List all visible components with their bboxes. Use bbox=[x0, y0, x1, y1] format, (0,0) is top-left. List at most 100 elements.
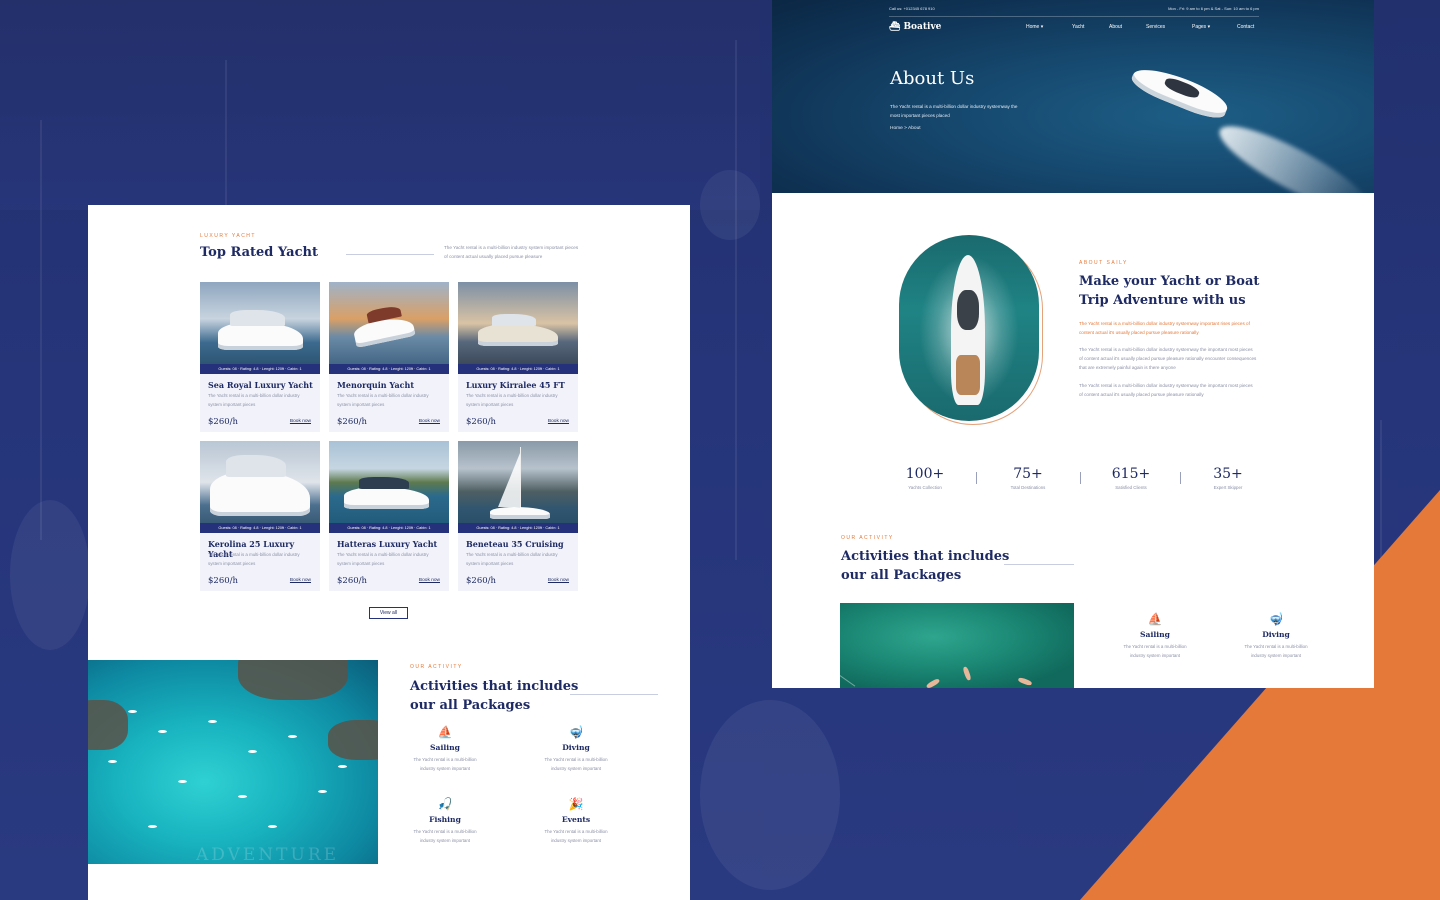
nav-yacht[interactable]: Yacht bbox=[1072, 24, 1084, 30]
book-now-link[interactable]: Book now bbox=[419, 419, 440, 424]
activity-eyebrow: OUR ACTIVITY bbox=[410, 664, 463, 670]
stat-label: Satisfied Clients bbox=[1115, 485, 1147, 490]
stat-divider bbox=[1080, 472, 1081, 484]
activity-diving[interactable]: 🤿 Diving The Yacht rental is a multi-bil… bbox=[526, 725, 626, 773]
nav-services[interactable]: Services bbox=[1146, 24, 1165, 30]
yacht-card-meta: Guests: 08 · Rating: 4.8 · Lenght: 120ft… bbox=[458, 523, 578, 533]
top-rated-eyebrow: LUXURY YACHT bbox=[200, 233, 256, 239]
activity-description: The Yacht rental is a multi-billion indus… bbox=[544, 829, 608, 843]
yacht-card-meta: Guests: 08 · Rating: 4.8 · Lenght: 120ft… bbox=[329, 364, 449, 374]
about-paragraph: The Yacht rental is a multi-billion doll… bbox=[1079, 383, 1253, 397]
hero-subtitle: The Yacht rental is a multi-billion doll… bbox=[890, 104, 1018, 118]
activity-title: Activities that includes our all Package… bbox=[410, 677, 578, 715]
right-page-preview: Call us: +012345 678 910 Mon - Fri: 9 am… bbox=[772, 0, 1374, 688]
yacht-card-image bbox=[458, 441, 578, 533]
activity-eyebrow: OUR ACTIVITY bbox=[841, 535, 894, 541]
yacht-card-price: $260/h bbox=[208, 417, 238, 427]
logo-text: Boative bbox=[903, 22, 942, 32]
yacht-card[interactable]: Guests: 08 · Rating: 4.8 · Lenght: 120ft… bbox=[200, 282, 320, 432]
book-now-link[interactable]: Book now bbox=[290, 578, 311, 583]
diving-icon: 🤿 bbox=[1268, 612, 1284, 626]
stat-label: Total Destinations bbox=[1010, 485, 1046, 490]
activity-sailing[interactable]: ⛵ Sailing The Yacht rental is a multi-bi… bbox=[395, 725, 495, 773]
nav-contact[interactable]: Contact bbox=[1237, 24, 1254, 30]
activity-title-line: Activities that includes bbox=[841, 549, 1010, 564]
nav-about[interactable]: About bbox=[1109, 24, 1122, 30]
yacht-card-title: Luxury Kirralee 45 FT bbox=[466, 380, 565, 390]
activity-sailing[interactable]: ⛵ Sailing The Yacht rental is a multi-bi… bbox=[1105, 612, 1205, 660]
breadcrumb-home-link[interactable]: Home bbox=[890, 126, 903, 131]
yacht-card-image bbox=[200, 441, 320, 533]
yacht-card-price: $260/h bbox=[337, 417, 367, 427]
stat-number: 35+ bbox=[1213, 466, 1243, 482]
activity-label: Diving bbox=[1262, 630, 1290, 639]
events-icon: 🎉 bbox=[568, 797, 584, 811]
activity-title-line: Activities that includes bbox=[410, 679, 579, 694]
background-hull bbox=[10, 500, 90, 650]
yacht-card[interactable]: Guests: 08 · Rating: 4.8 · Lenght: 120ft… bbox=[200, 441, 320, 591]
activity-label: Diving bbox=[562, 743, 590, 752]
about-boat-photo bbox=[899, 235, 1039, 421]
about-title: Make your Yacht or Boat Trip Adventure w… bbox=[1079, 274, 1260, 308]
activity-label: Events bbox=[561, 815, 591, 824]
yacht-card-description: The Yacht rental is a multi-billion doll… bbox=[208, 393, 300, 407]
background-mast bbox=[40, 120, 42, 540]
page-title: About Us bbox=[890, 68, 975, 89]
stat-yachts: 100+ Yachts Collection bbox=[880, 466, 970, 490]
yacht-card[interactable]: Guests: 08 · Rating: 4.8 · Lenght: 120ft… bbox=[329, 441, 449, 591]
title-divider bbox=[1004, 564, 1074, 565]
yacht-card-description: The Yacht rental is a multi-billion doll… bbox=[466, 552, 558, 566]
stat-clients: 615+ Satisfied Clients bbox=[1086, 466, 1176, 490]
view-all-button[interactable]: View all bbox=[369, 607, 408, 619]
book-now-link[interactable]: Book now bbox=[419, 578, 440, 583]
background-hull bbox=[700, 170, 760, 240]
yacht-card-meta: Guests: 08 · Rating: 4.8 · Lenght: 120ft… bbox=[329, 523, 449, 533]
background-mast bbox=[225, 60, 227, 220]
activity-label: Fishing bbox=[429, 815, 461, 824]
hero-banner: Call us: +012345 678 910 Mon - Fri: 9 am… bbox=[772, 0, 1374, 193]
breadcrumb: Home > About bbox=[890, 126, 921, 131]
about-paragraph: The Yacht rental is a multi-billion doll… bbox=[1079, 347, 1257, 370]
yacht-card-price: $260/h bbox=[337, 576, 367, 586]
yacht-card[interactable]: Guests: 08 · Rating: 4.8 · Lenght: 120ft… bbox=[458, 282, 578, 432]
activity-title: Activities that includes our all Package… bbox=[841, 547, 1021, 585]
yacht-card-price: $260/h bbox=[466, 576, 496, 586]
book-now-link[interactable]: Book now bbox=[548, 578, 569, 583]
nav-pages[interactable]: Pages ▾ bbox=[1192, 24, 1210, 30]
chevron-down-icon: ▾ bbox=[1040, 24, 1044, 30]
activity-events[interactable]: 🎉 Events The Yacht rental is a multi-bil… bbox=[526, 797, 626, 845]
yacht-card-image bbox=[458, 282, 578, 374]
yacht-card[interactable]: Guests: 08 · Rating: 4.8 · Lenght: 120ft… bbox=[458, 441, 578, 591]
yacht-card-image bbox=[329, 282, 449, 374]
yacht-card-title: Hatteras Luxury Yacht bbox=[337, 539, 438, 549]
activity-description: The Yacht rental is a multi-billion indus… bbox=[544, 757, 608, 771]
yacht-card-description: The Yacht rental is a multi-billion doll… bbox=[208, 552, 300, 566]
title-divider bbox=[570, 694, 658, 695]
site-logo[interactable]: ⛴ Boative bbox=[889, 22, 941, 32]
nav-home[interactable]: Home ▾ bbox=[1026, 24, 1043, 30]
swimmers-photo bbox=[840, 603, 1074, 688]
yacht-card-meta: Guests: 08 · Rating: 4.8 · Lenght: 120ft… bbox=[200, 523, 320, 533]
yacht-card[interactable]: Guests: 08 · Rating: 4.8 · Lenght: 120ft… bbox=[329, 282, 449, 432]
yacht-card-description: The Yacht rental is a multi-billion doll… bbox=[337, 552, 429, 566]
stat-divider bbox=[976, 472, 977, 484]
yacht-card-price: $260/h bbox=[208, 576, 238, 586]
breadcrumb-current: About bbox=[908, 126, 921, 131]
background-hull bbox=[700, 700, 840, 890]
yacht-card-image bbox=[329, 441, 449, 533]
book-now-link[interactable]: Book now bbox=[548, 419, 569, 424]
breadcrumb-separator: > bbox=[904, 126, 907, 131]
stat-label: Yachts Collection bbox=[908, 485, 942, 490]
book-now-link[interactable]: Book now bbox=[290, 419, 311, 424]
boat-logo-icon: ⛴ bbox=[889, 22, 901, 32]
topbar: Call us: +012345 678 910 Mon - Fri: 9 am… bbox=[889, 6, 1259, 14]
yacht-card-description: The Yacht rental is a multi-billion doll… bbox=[466, 393, 558, 407]
lagoon-watermark: ADVENTURE bbox=[196, 845, 340, 864]
chevron-down-icon: ▾ bbox=[1207, 24, 1211, 30]
about-highlight-text: The Yacht rental is a multi-billion doll… bbox=[1079, 321, 1250, 335]
about-eyebrow: ABOUT SAILY bbox=[1079, 260, 1128, 266]
lagoon-photo: ADVENTURE bbox=[88, 660, 378, 864]
activity-fishing[interactable]: 🎣 Fishing The Yacht rental is a multi-bi… bbox=[395, 797, 495, 845]
yacht-card-title: Sea Royal Luxury Yacht bbox=[208, 380, 313, 390]
activity-diving[interactable]: 🤿 Diving The Yacht rental is a multi-bil… bbox=[1226, 612, 1326, 660]
